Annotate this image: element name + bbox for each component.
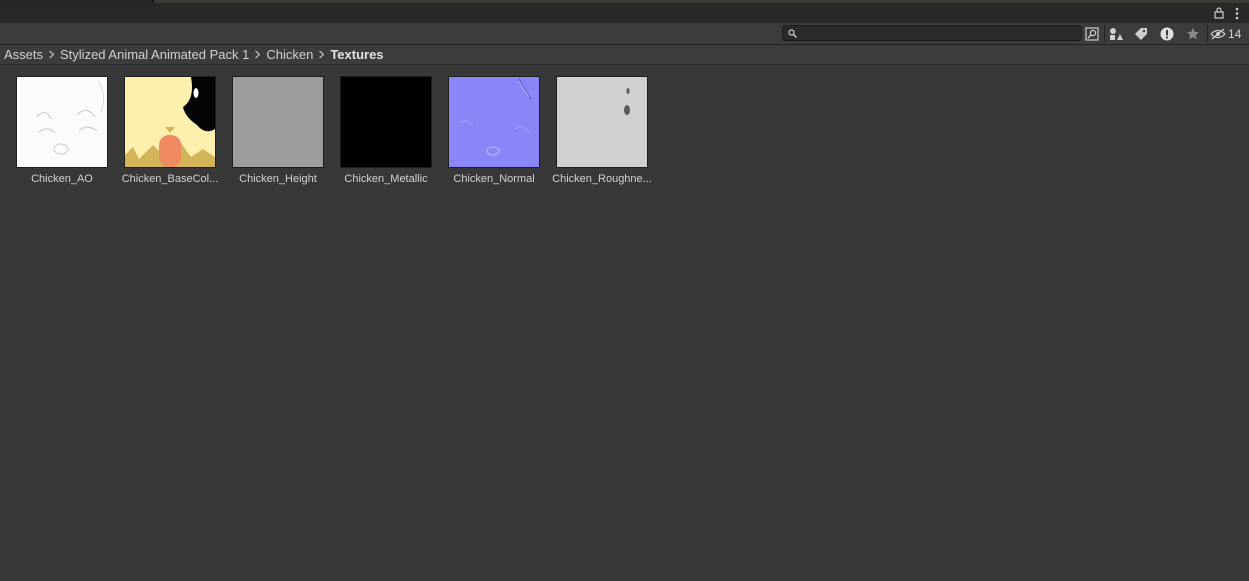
- asset-type-filter-icon: [1110, 27, 1123, 40]
- asset-label: Chicken_Normal: [453, 173, 535, 185]
- breadcrumb: Assets Stylized Animal Animated Pack 1 C…: [0, 45, 1249, 65]
- normal-map-texture-thumbnail: [448, 76, 540, 168]
- breadcrumb-item-assets[interactable]: Assets: [4, 47, 43, 62]
- search-by-type-icon: [1085, 26, 1099, 41]
- asset-item[interactable]: Chicken_Metallic: [332, 76, 440, 188]
- asset-grid: Chicken_AO Chicken_BaseCol... Chicken_He…: [0, 66, 1249, 581]
- asset-label: Chicken_Metallic: [344, 173, 428, 185]
- lock-icon[interactable]: [1213, 7, 1225, 19]
- asset-label: Chicken_Height: [239, 173, 317, 185]
- search-input[interactable]: [801, 26, 1071, 40]
- metallic-texture-thumbnail: [340, 76, 432, 168]
- search-by-type-button[interactable]: [1081, 24, 1103, 43]
- asset-item[interactable]: Chicken_Normal: [440, 76, 548, 188]
- chevron-right-icon: [319, 50, 325, 59]
- asset-label: Chicken_AO: [31, 173, 93, 185]
- ao-texture-thumbnail: [16, 76, 108, 168]
- search-by-label-icon: [1135, 27, 1147, 40]
- more-options-icon[interactable]: [1233, 7, 1241, 20]
- search-field[interactable]: [782, 25, 1082, 41]
- chevron-right-icon: [49, 50, 55, 59]
- console-warning-button[interactable]: [1156, 24, 1178, 43]
- height-texture-thumbnail: [232, 76, 324, 168]
- base-color-texture-thumbnail: [124, 76, 216, 168]
- hidden-packages-toggle[interactable]: 14: [1210, 24, 1248, 43]
- asset-item[interactable]: Chicken_Roughne...: [548, 76, 656, 188]
- hidden-packages-eye-icon: [1210, 28, 1226, 39]
- roughness-texture-thumbnail: [556, 76, 648, 168]
- asset-label: Chicken_BaseCol...: [121, 173, 219, 185]
- breadcrumb-item-pack[interactable]: Stylized Animal Animated Pack 1: [60, 47, 249, 62]
- asset-item[interactable]: Chicken_BaseCol...: [116, 76, 224, 188]
- hidden-packages-count: 14: [1228, 26, 1242, 41]
- asset-item[interactable]: Chicken_AO: [8, 76, 116, 188]
- search-icon: [788, 29, 797, 38]
- asset-label: Chicken_Roughne...: [552, 173, 652, 185]
- breadcrumb-item-chicken[interactable]: Chicken: [266, 47, 313, 62]
- search-by-label-button[interactable]: [1130, 24, 1152, 43]
- chevron-right-icon: [255, 50, 261, 59]
- console-warning-icon: [1160, 27, 1174, 40]
- project-toolbar: 14: [0, 23, 1249, 45]
- favorites-button[interactable]: [1182, 24, 1204, 43]
- search-by-type-filter-button[interactable]: [1105, 24, 1127, 43]
- breadcrumb-item-textures[interactable]: Textures: [330, 47, 383, 62]
- window-tab-bar: [0, 3, 1249, 23]
- favorite-star-icon: [1187, 27, 1199, 39]
- asset-item[interactable]: Chicken_Height: [224, 76, 332, 188]
